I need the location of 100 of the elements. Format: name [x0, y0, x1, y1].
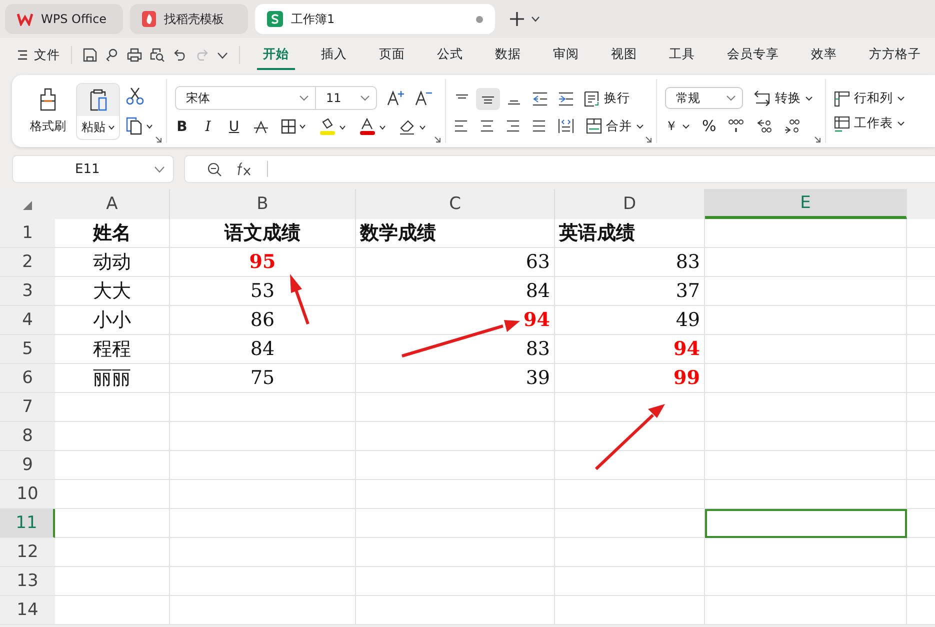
column-header[interactable]: A — [55, 189, 170, 219]
ribbon-tab[interactable]: 方方格子 — [863, 40, 927, 70]
worksheet-icon — [834, 116, 850, 132]
align-left-icon[interactable] — [454, 119, 468, 133]
chevron-down-icon — [299, 95, 309, 101]
dialog-launcher-icon[interactable] — [645, 136, 652, 143]
file-menu[interactable]: 文件 — [18, 46, 60, 64]
vertical-align-icon[interactable] — [476, 88, 500, 110]
undo-icon[interactable] — [173, 48, 187, 62]
row-header[interactable]: 6 — [0, 364, 55, 393]
borders-icon[interactable] — [281, 119, 307, 135]
align-center-icon[interactable] — [480, 119, 494, 133]
wrap-text-button[interactable]: 换行 — [584, 90, 630, 107]
ribbon-tab[interactable]: 页面 — [373, 40, 411, 70]
dialog-launcher-icon[interactable] — [434, 136, 441, 143]
print-preview-icon[interactable] — [150, 48, 165, 62]
ribbon-tab[interactable]: 视图 — [605, 40, 643, 70]
ribbon-tab[interactable]: 效率 — [805, 40, 843, 70]
row-header[interactable]: 3 — [0, 277, 55, 306]
zoom-out-icon[interactable] — [207, 162, 222, 176]
arrow-drawing — [594, 404, 665, 470]
increase-decimal-icon[interactable] — [756, 118, 772, 134]
ribbon-tab[interactable]: 插入 — [315, 40, 353, 70]
ribbon-tab[interactable]: 工具 — [663, 40, 701, 70]
paste-icon[interactable] — [77, 84, 119, 116]
decrease-font-icon[interactable] — [415, 90, 433, 106]
row-header[interactable]: 14 — [0, 596, 55, 625]
plus-icon[interactable] — [510, 12, 524, 26]
row-header[interactable]: 5 — [0, 335, 55, 364]
font-color-icon[interactable] — [359, 118, 387, 136]
align-right-icon[interactable] — [506, 119, 520, 133]
convert-button[interactable]: 转换 — [753, 90, 813, 106]
convert-icon — [753, 90, 771, 106]
window-tab[interactable]: 找稻壳模板 — [130, 4, 248, 34]
row-header[interactable]: 9 — [0, 451, 55, 480]
ribbon-tab[interactable]: 会员专享 — [721, 40, 785, 70]
thousands-separator-icon[interactable] — [728, 118, 744, 134]
function-icon[interactable] — [236, 162, 253, 176]
table-cell: 99 — [555, 364, 705, 393]
ribbon-tab[interactable]: 审阅 — [547, 40, 585, 70]
worksheet-button[interactable]: 工作表 — [834, 115, 905, 132]
row-header[interactable]: 12 — [0, 538, 55, 567]
indent-icon[interactable] — [558, 92, 574, 106]
underline-button[interactable]: U — [227, 119, 241, 135]
scissors-icon[interactable] — [126, 87, 144, 105]
row-header[interactable]: 2 — [0, 248, 55, 277]
row-header[interactable]: 4 — [0, 306, 55, 335]
currency-button[interactable]: ￥ — [665, 118, 690, 134]
percent-button[interactable]: % — [702, 117, 716, 135]
fill-color-icon[interactable] — [319, 118, 347, 136]
strikethrough-icon[interactable] — [253, 119, 269, 135]
row-header[interactable]: 7 — [0, 393, 55, 422]
window-tab[interactable]: 工作簿1 — [255, 4, 495, 34]
format-painter-button[interactable]: 格式刷 — [26, 88, 70, 134]
dialog-launcher-icon[interactable] — [814, 136, 821, 143]
decrease-decimal-icon[interactable] — [784, 118, 800, 134]
caret-icon[interactable] — [531, 16, 540, 22]
row-header[interactable]: 13 — [0, 567, 55, 596]
row-header[interactable]: 1 — [0, 219, 55, 248]
outdent-icon[interactable] — [532, 92, 548, 106]
name-box[interactable]: E11 — [12, 155, 174, 183]
row-header[interactable]: 8 — [0, 422, 55, 451]
formula-input[interactable] — [184, 155, 935, 183]
table-cell: 语文成绩 — [170, 219, 356, 248]
column-header[interactable]: C — [356, 189, 555, 219]
table-cell: 94 — [555, 335, 705, 364]
increase-font-icon[interactable] — [387, 90, 405, 106]
ribbon-tab[interactable]: 公式 — [431, 40, 469, 70]
table-cell: 63 — [356, 248, 555, 277]
column-header[interactable]: B — [170, 189, 356, 219]
row-header[interactable]: 10 — [0, 480, 55, 509]
table-cell: 37 — [555, 277, 705, 306]
table-cell: 39 — [356, 364, 555, 393]
key-icon[interactable] — [105, 48, 119, 62]
font-size-dropdown[interactable]: 11 — [316, 87, 376, 109]
distribute-icon[interactable] — [558, 118, 574, 134]
rows-columns-button[interactable]: 行和列 — [834, 90, 905, 107]
column-header[interactable]: E — [705, 189, 907, 219]
merge-button[interactable]: 合并 — [586, 118, 644, 134]
window-tab[interactable]: WPS Office — [5, 4, 123, 34]
number-format-dropdown[interactable]: 常规 — [665, 87, 743, 109]
chevron-down-icon — [154, 166, 165, 172]
selected-cell[interactable] — [705, 509, 907, 538]
save-icon[interactable] — [83, 48, 97, 62]
wps-logo-icon — [17, 12, 33, 26]
table-cell: 49 — [555, 306, 705, 335]
italic-button[interactable]: I — [201, 119, 215, 135]
chevron-down-icon — [360, 95, 370, 101]
ribbon-tab[interactable]: 开始 — [257, 40, 295, 70]
caret-icon[interactable] — [217, 52, 228, 58]
eraser-icon[interactable] — [399, 118, 427, 136]
bold-button[interactable]: B — [175, 119, 189, 135]
row-header[interactable]: 11 — [0, 509, 55, 538]
ribbon-tab[interactable]: 数据 — [489, 40, 527, 70]
dialog-launcher-icon[interactable] — [155, 136, 162, 143]
font-dropdown[interactable]: 宋体 — [176, 87, 316, 109]
copy-icon[interactable] — [126, 117, 154, 135]
table-cell: 程程 — [55, 335, 170, 364]
print-icon[interactable] — [127, 48, 142, 62]
justify-icon[interactable] — [532, 119, 546, 133]
